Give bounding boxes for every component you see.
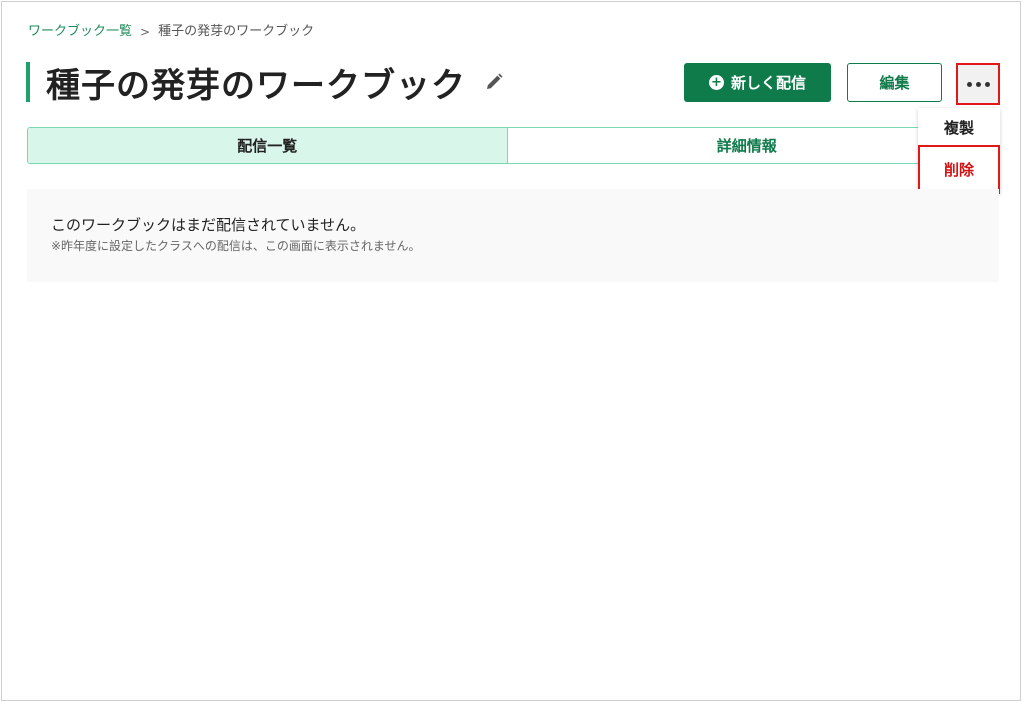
- ellipsis-icon: [966, 81, 972, 87]
- more-options-menu: 複製 削除: [918, 108, 1000, 194]
- page-header: 種子の発芽のワークブック: [26, 62, 504, 106]
- breadcrumb-workbook-list-link[interactable]: ワークブック一覧: [28, 23, 132, 41]
- ellipsis-icon: [975, 81, 981, 87]
- ellipsis-icon: [984, 81, 990, 87]
- plus-circle-icon: +: [708, 75, 724, 90]
- empty-state-note: ※昨年度に設定したクラスへの配信は、この画面に表示されません。: [51, 239, 421, 253]
- new-delivery-button[interactable]: + 新しく配信: [684, 63, 831, 102]
- tab-details[interactable]: 詳細情報: [507, 128, 986, 163]
- empty-state-panel: このワークブックはまだ配信されていません。 ※昨年度に設定したクラスへの配信は、…: [27, 189, 999, 282]
- new-delivery-label: 新しく配信: [730, 74, 806, 92]
- tab-bar: 配信一覧 詳細情報: [27, 127, 987, 164]
- menu-item-duplicate[interactable]: 複製: [918, 108, 1000, 146]
- page-title: 種子の発芽のワークブック: [46, 65, 466, 106]
- pencil-icon[interactable]: [484, 72, 504, 92]
- menu-item-delete[interactable]: 削除: [918, 145, 1000, 194]
- breadcrumb-separator: >: [140, 25, 151, 39]
- empty-state-message: このワークブックはまだ配信されていません。: [51, 216, 366, 234]
- breadcrumb-current: 種子の発芽のワークブック: [158, 24, 315, 39]
- more-options-button[interactable]: [956, 63, 1000, 105]
- title-accent-bar: [26, 62, 30, 102]
- tab-delivery-list[interactable]: 配信一覧: [28, 128, 508, 163]
- breadcrumb: ワークブック一覧 > 種子の発芽のワークブック: [28, 23, 314, 41]
- edit-button[interactable]: 編集: [847, 63, 942, 102]
